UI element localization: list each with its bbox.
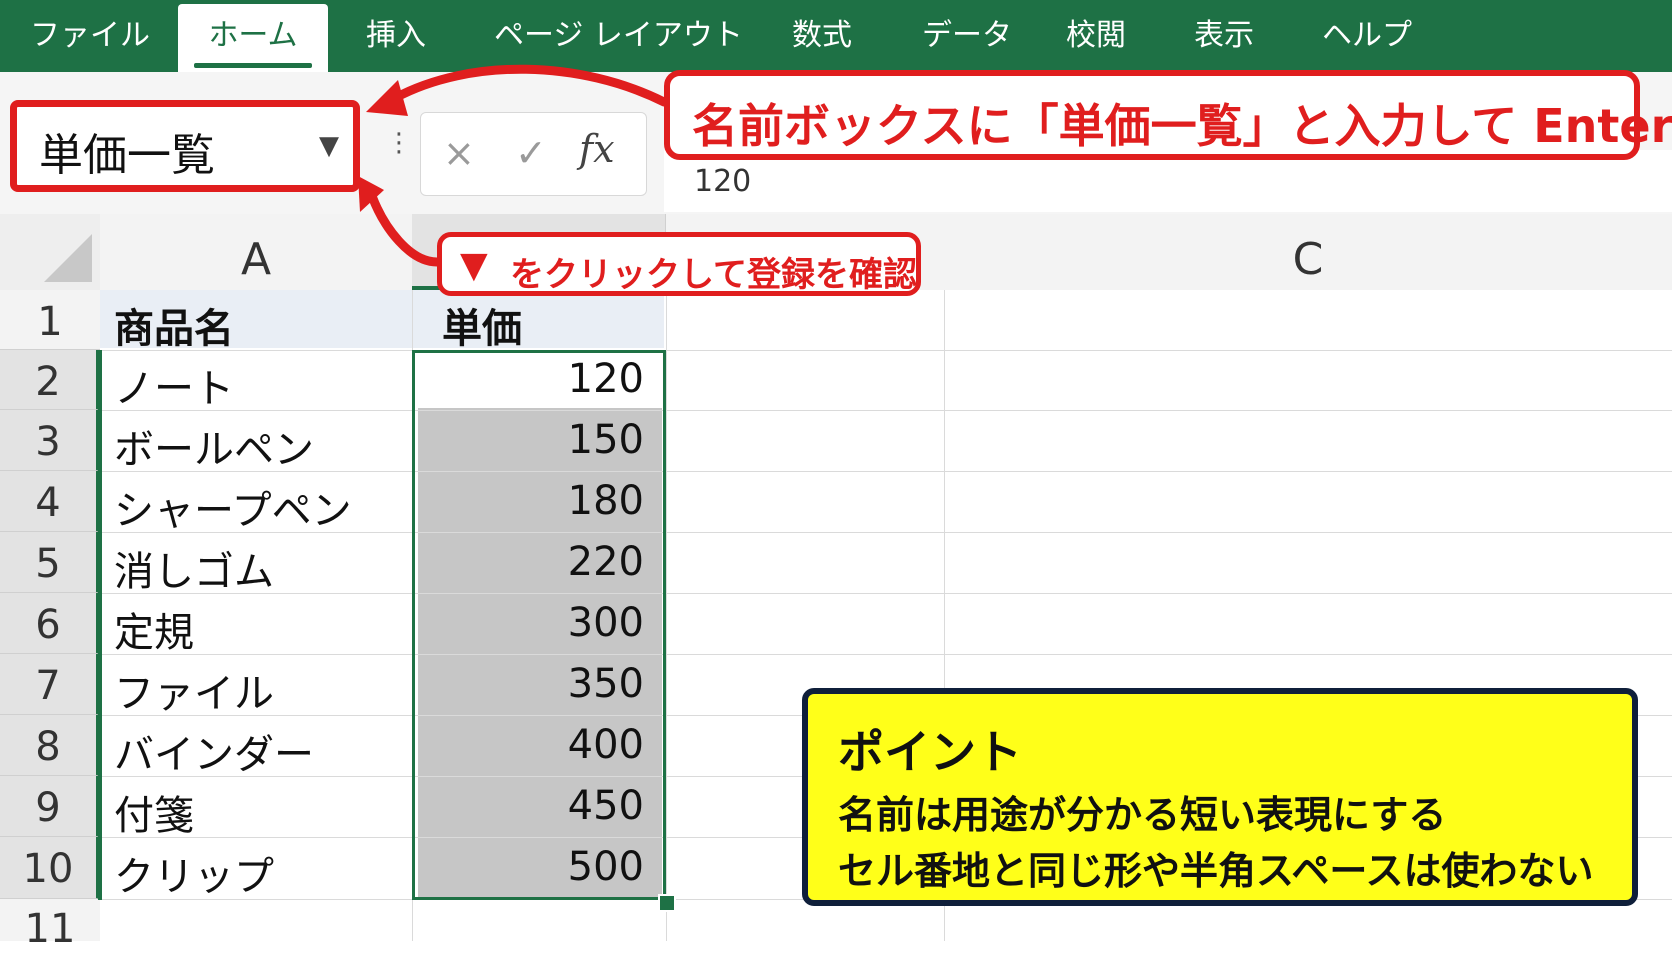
- cell-a1[interactable]: 商品名: [114, 296, 234, 354]
- active-tab-indicator: [194, 63, 312, 68]
- tab-file[interactable]: ファイル: [30, 0, 150, 72]
- column-header-c[interactable]: C: [944, 214, 1672, 290]
- select-all-corner[interactable]: [0, 214, 100, 290]
- point-line-2: セル番地と同じ形や半角スペースは使わない: [838, 849, 1594, 893]
- tab-home-label: ホーム: [208, 18, 298, 53]
- name-box[interactable]: 単価一覧 ▼: [10, 100, 360, 192]
- column-header-a[interactable]: A: [100, 214, 413, 290]
- row-header-5[interactable]: 5: [0, 532, 100, 593]
- callout-enter-name-text: 名前ボックスに「単価一覧」と入力して Enter: [692, 99, 1672, 153]
- tab-help[interactable]: ヘルプ: [1322, 0, 1412, 72]
- dropdown-triangle-icon: ▼: [460, 245, 488, 286]
- row-header-1[interactable]: 1: [0, 290, 100, 350]
- callout-click-dropdown: ▼ をクリックして登録を確認: [437, 232, 921, 296]
- cell-a2[interactable]: ノート: [114, 356, 234, 414]
- formula-bar-value: 120: [694, 164, 752, 199]
- ribbon: ファイル ホーム 挿入 ページ レイアウト 数式 データ 校閲 表示 ヘルプ: [0, 0, 1672, 72]
- tab-insert[interactable]: 挿入: [366, 0, 426, 72]
- column-a-edge-marker: [98, 350, 102, 900]
- selection-range-border: [412, 350, 666, 900]
- row-header-7[interactable]: 7: [0, 654, 100, 715]
- row-header-2[interactable]: 2: [0, 350, 100, 410]
- cell-a3[interactable]: ボールペン: [114, 417, 314, 475]
- cancel-icon[interactable]: ×: [443, 131, 475, 175]
- row-header-10[interactable]: 10: [0, 837, 100, 899]
- point-line-1: 名前は用途が分かる短い表現にする: [838, 793, 1447, 837]
- point-note-box: ポイント 名前は用途が分かる短い表現にする セル番地と同じ形や半角スペースは使わ…: [802, 688, 1638, 906]
- tab-page-layout[interactable]: ページ レイアウト: [494, 0, 743, 72]
- row-header-9[interactable]: 9: [0, 776, 100, 837]
- tab-view[interactable]: 表示: [1194, 0, 1254, 72]
- cell-a7[interactable]: ファイル: [114, 661, 274, 719]
- name-box-dropdown-icon[interactable]: ▼: [319, 131, 339, 161]
- cell-a8[interactable]: バインダー: [114, 722, 314, 780]
- cell-a5[interactable]: 消しゴム: [114, 539, 274, 597]
- enter-check-icon[interactable]: ✓: [515, 131, 547, 175]
- point-title: ポイント: [838, 725, 1022, 779]
- row-header-11[interactable]: 11: [0, 899, 100, 952]
- name-box-value: 単価一覧: [39, 130, 215, 181]
- formula-buttons: × ✓ fx: [420, 112, 647, 196]
- cell-a6[interactable]: 定規: [114, 600, 194, 658]
- cell-a9[interactable]: 付箋: [114, 783, 194, 841]
- tab-home[interactable]: ホーム: [178, 4, 328, 72]
- vertical-ellipsis-icon[interactable]: ⋮: [386, 130, 412, 168]
- row-header-8[interactable]: 8: [0, 715, 100, 776]
- fill-handle[interactable]: [658, 894, 676, 912]
- cell-a10[interactable]: クリップ: [114, 844, 274, 902]
- cell-b1[interactable]: 単価: [418, 296, 662, 354]
- cell-a4[interactable]: シャープペン: [114, 478, 352, 536]
- insert-function-icon[interactable]: fx: [579, 127, 615, 171]
- row-header-6[interactable]: 6: [0, 593, 100, 654]
- callout-click-dropdown-text: をクリックして登録を確認: [510, 255, 917, 295]
- tab-data[interactable]: データ: [922, 0, 1012, 72]
- row-header-3[interactable]: 3: [0, 410, 100, 471]
- tab-review[interactable]: 校閲: [1066, 0, 1126, 72]
- row-header-4[interactable]: 4: [0, 471, 100, 532]
- tab-formulas[interactable]: 数式: [792, 0, 852, 72]
- callout-enter-name: 名前ボックスに「単価一覧」と入力して Enter: [664, 70, 1672, 160]
